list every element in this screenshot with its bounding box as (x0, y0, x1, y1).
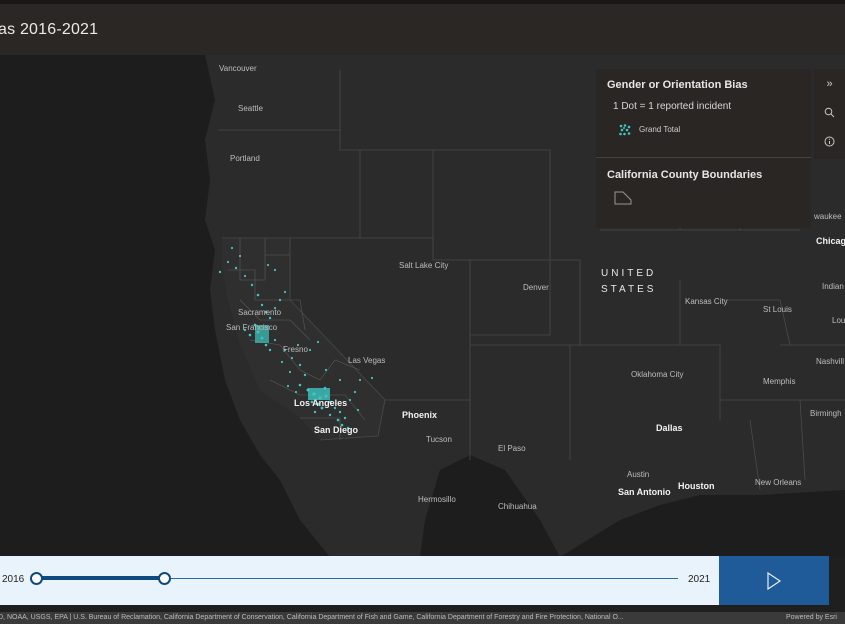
map-label-fresno: Fresno (283, 345, 308, 354)
map-label-nashvill: Nashvill (816, 357, 845, 366)
map-label-lou: Lou (832, 316, 845, 325)
map-label-denver: Denver (523, 283, 549, 292)
legend-section-incidents: Gender or Orientation Bias 1 Dot = 1 rep… (596, 69, 811, 158)
map-label-san-francisco: San Francisco (226, 323, 278, 332)
time-slider: 2016 2021 (0, 556, 719, 605)
time-slider-end-thumb[interactable] (158, 572, 171, 585)
map-widget-bar: » (814, 69, 845, 159)
map-label-birmingh: Birmingh (810, 409, 842, 418)
map-label-chihuahua: Chihuahua (498, 502, 537, 511)
map-label-austin: Austin (627, 470, 650, 479)
page-title: as 2016-2021 (0, 21, 99, 38)
legend-layer-subtitle: 1 Dot = 1 reported incident (613, 101, 732, 112)
map-label-hermosillo: Hermosillo (418, 495, 456, 504)
map-label-memphis: Memphis (763, 377, 796, 386)
powered-by-link[interactable]: Powered by Esri (786, 612, 837, 624)
map-label-los-angeles: Los Angeles (294, 398, 348, 408)
map-label-kansas-city: Kansas City (685, 297, 728, 306)
map-label-phoenix: Phoenix (402, 410, 438, 420)
map-label-seattle: Seattle (238, 104, 263, 113)
map-label-chicago: Chicago (816, 236, 845, 246)
info-icon[interactable] (814, 127, 845, 156)
map-label-united: UNITED (601, 268, 657, 279)
map-label-new-orleans: New Orleans (755, 478, 802, 487)
map-label-st-louis: St Louis (763, 305, 792, 314)
map-label-san-antonio: San Antonio (618, 487, 671, 497)
time-slider-start-label: 2016 (2, 574, 25, 585)
legend-item-label: Grand Total (639, 125, 681, 134)
polygon-outline-icon (614, 191, 632, 205)
map-label-indian: Indian (822, 282, 844, 291)
time-slider-start-thumb[interactable] (30, 572, 43, 585)
map-label-oklahoma-city: Oklahoma City (631, 370, 684, 379)
map-label-vancouver: Vancouver (219, 64, 257, 73)
play-button[interactable] (719, 556, 829, 605)
map-label-states: STATES (601, 284, 657, 295)
map-label-las-vegas: Las Vegas (348, 356, 386, 365)
map-label-tucson: Tucson (426, 435, 452, 444)
expand-icon[interactable]: » (814, 69, 845, 98)
attribution-sources: D, NOAA, USGS, EPA | U.S. Bureau of Recl… (0, 614, 624, 621)
map-label-salt-lake-city: Salt Lake City (399, 261, 449, 270)
map-label-waukee: waukee (814, 212, 842, 221)
map-label-el-paso: El Paso (498, 444, 526, 453)
map-attribution: D, NOAA, USGS, EPA | U.S. Bureau of Recl… (0, 612, 845, 624)
time-slider-range (35, 576, 164, 580)
map-label-houston: Houston (678, 481, 715, 491)
legend-panel: Gender or Orientation Bias 1 Dot = 1 rep… (596, 69, 811, 228)
app-header: as 2016-2021 (0, 0, 845, 55)
search-icon[interactable] (814, 98, 845, 127)
legend-layer-title: Gender or Orientation Bias (607, 79, 748, 91)
map-label-portland: Portland (230, 154, 260, 163)
time-slider-end-label: 2021 (688, 574, 711, 585)
map-label-san-diego: San Diego (314, 425, 359, 435)
play-icon (767, 571, 782, 590)
map-label-sacramento: Sacramento (238, 308, 282, 317)
dot-density-icon (619, 124, 631, 136)
map-label-dallas: Dallas (656, 423, 683, 433)
legend-layer-title-2: California County Boundaries (607, 169, 763, 181)
